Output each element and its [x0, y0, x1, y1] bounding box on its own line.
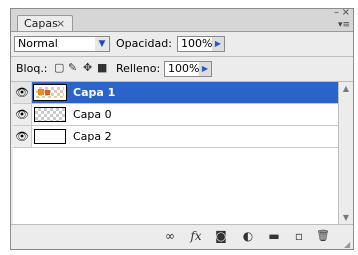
add-mask-icon[interactable]: ◙: [212, 229, 230, 243]
layer-thumbnail: [34, 107, 66, 122]
tab-label: Capas: [24, 17, 58, 30]
panel-body: Normal ▼ Opacidad: 100% ▶ Bloq.: ▢ ✎ ✥ ■…: [11, 31, 353, 249]
eye-icon[interactable]: 👁: [13, 126, 32, 147]
scroll-up-icon[interactable]: ▲: [341, 84, 351, 94]
fill-label: Relleno:: [116, 62, 161, 75]
eye-icon[interactable]: 👁: [13, 104, 32, 125]
lock-all-icon[interactable]: ■: [97, 61, 107, 74]
tab-capas[interactable]: Capas ×: [17, 15, 73, 31]
adjustment-layer-icon[interactable]: ◐: [239, 229, 257, 243]
layer-row-capa-0[interactable]: 👁 Capa 0: [13, 104, 339, 126]
lock-image-icon[interactable]: ✎: [68, 61, 77, 74]
resize-grip-icon[interactable]: ◢: [344, 240, 352, 249]
panel-menu-icon[interactable]: ▾≡: [338, 20, 350, 30]
layer-thumbnail: [34, 129, 66, 144]
fx-icon[interactable]: fx: [187, 229, 205, 243]
tab-bar: Capas × – × ▾≡: [11, 7, 353, 31]
layer-actions-bar: ∞ fx ◙ ◐ ▬ ▫ 🗑 ◢: [11, 224, 353, 249]
fill-arrow-icon[interactable]: ▶: [199, 62, 211, 76]
group-icon[interactable]: ▬: [265, 229, 283, 243]
scroll-down-icon[interactable]: ▼: [341, 213, 351, 223]
layers-panel: Capas × – × ▾≡ Normal ▼ Opacidad: 100% ▶…: [10, 7, 354, 250]
fill-value: 100%: [168, 62, 200, 75]
blend-mode-select[interactable]: Normal ▼: [14, 36, 110, 52]
lock-position-icon[interactable]: ✥: [83, 61, 92, 74]
layer-thumbnail: [33, 84, 67, 101]
opacity-field[interactable]: 100% ▶: [177, 36, 225, 52]
close-icon[interactable]: ×: [342, 7, 350, 18]
scrollbar[interactable]: ▲ ▼: [338, 82, 353, 225]
eye-icon[interactable]: 👁: [13, 82, 32, 103]
layer-name: Capa 1: [73, 86, 116, 99]
link-icon[interactable]: ∞: [161, 229, 179, 243]
new-layer-icon[interactable]: ▫: [290, 229, 308, 243]
layers-list: 👁 Capa 1 👁 Capa 0 👁 Capa 2: [13, 82, 339, 225]
layer-row-capa-2[interactable]: 👁 Capa 2: [13, 126, 339, 148]
trash-icon[interactable]: 🗑: [314, 229, 332, 242]
chevron-down-icon[interactable]: ▼: [95, 37, 109, 51]
layer-name: Capa 2: [73, 130, 112, 143]
lock-row: Bloq.: ▢ ✎ ✥ ■ Relleno: 100% ▶: [11, 57, 353, 82]
layer-row-capa-1[interactable]: 👁 Capa 1: [13, 82, 339, 104]
blend-mode-value: Normal: [18, 37, 58, 50]
layer-name: Capa 0: [73, 108, 112, 121]
lock-label: Bloq.:: [16, 62, 48, 75]
lock-transparency-icon[interactable]: ▢: [54, 61, 64, 74]
opacity-value: 100%: [181, 37, 213, 50]
blend-row: Normal ▼ Opacidad: 100% ▶: [11, 32, 353, 57]
tab-close-icon[interactable]: ×: [56, 16, 65, 31]
minimize-icon[interactable]: –: [334, 7, 339, 18]
opacity-arrow-icon[interactable]: ▶: [212, 37, 224, 51]
fill-field[interactable]: 100% ▶: [164, 61, 212, 77]
opacity-label: Opacidad:: [116, 37, 172, 50]
